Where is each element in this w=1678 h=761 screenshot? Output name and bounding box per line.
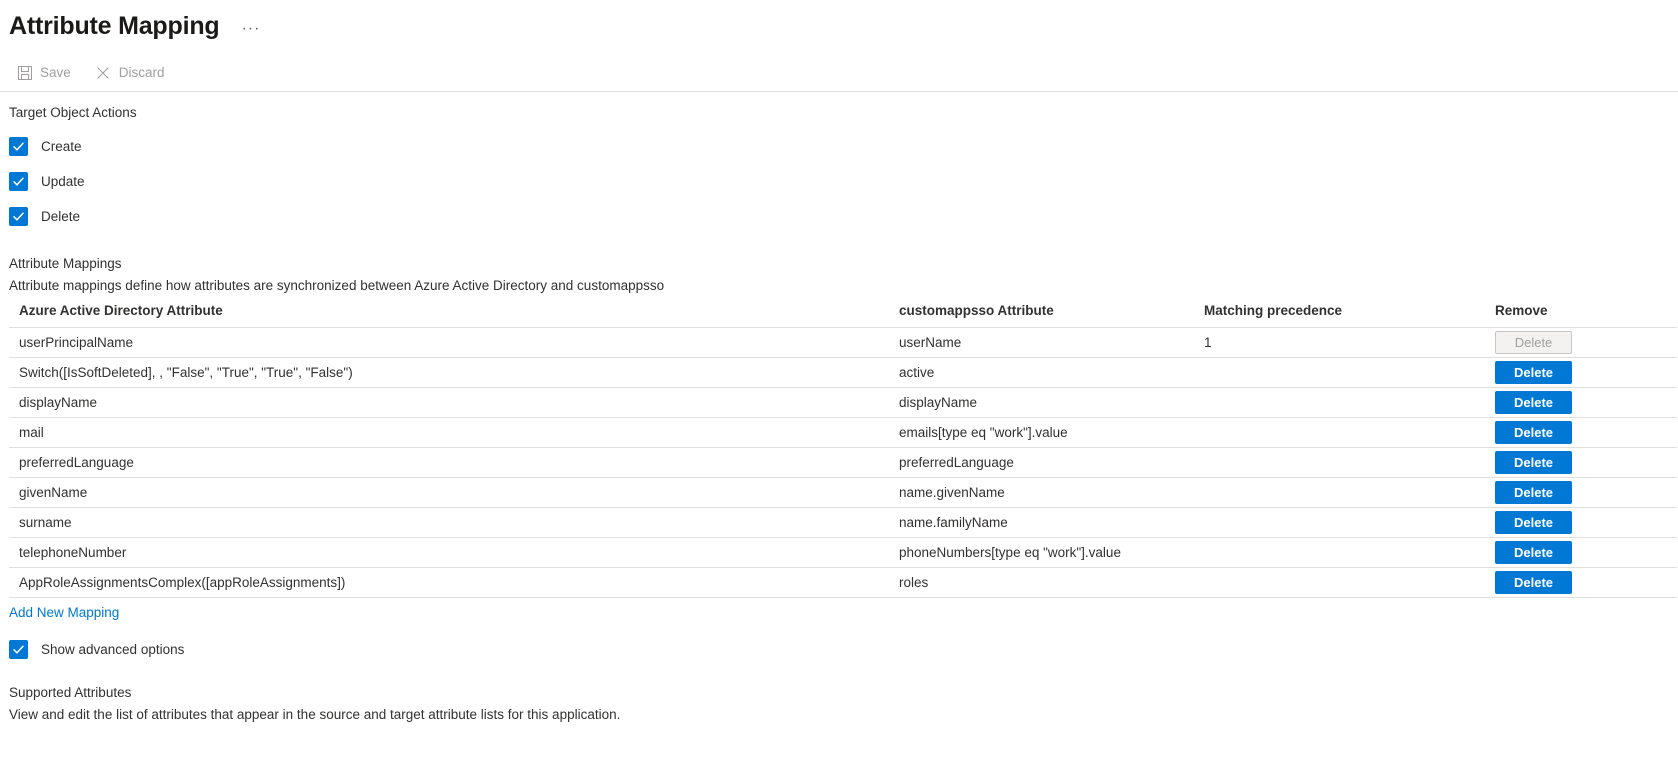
cell-remove: Delete [1452,477,1677,507]
column-header-target: customappsso Attribute [889,301,1194,327]
cell-source[interactable]: surname [9,507,889,537]
delete-button[interactable]: Delete [1495,331,1572,354]
cell-target[interactable]: phoneNumbers[type eq "work"].value [889,537,1194,567]
cell-precedence [1194,507,1452,537]
checkmark-icon [9,172,28,191]
delete-button[interactable]: Delete [1495,421,1572,444]
cell-target[interactable]: userName [889,327,1194,357]
delete-button[interactable]: Delete [1495,481,1572,504]
column-header-remove: Remove [1452,301,1677,327]
table-header-row: Azure Active Directory Attribute customa… [9,301,1677,327]
supported-attributes-description: View and edit the list of attributes tha… [9,706,1678,724]
checkbox-show-advanced-options[interactable]: Show advanced options [9,639,184,661]
cell-target[interactable]: displayName [889,387,1194,417]
checkbox-delete-label: Delete [41,207,80,226]
cell-source[interactable]: preferredLanguage [9,447,889,477]
supported-attributes-heading: Supported Attributes [9,684,1678,702]
cell-precedence [1194,477,1452,507]
cell-remove: Delete [1452,417,1677,447]
cell-target[interactable]: roles [889,567,1194,597]
delete-button[interactable]: Delete [1495,571,1572,594]
attribute-mappings-section: Attribute Mappings Attribute mappings de… [0,255,1678,295]
cell-remove: Delete [1452,327,1677,357]
cell-remove: Delete [1452,387,1677,417]
table-row[interactable]: givenName name.givenName Delete [9,477,1677,507]
attribute-mappings-footer: Add New Mapping Show advanced options [0,604,1678,661]
attribute-mappings-description: Attribute mappings define how attributes… [9,277,1678,295]
delete-button[interactable]: Delete [1495,511,1572,534]
cell-precedence [1194,387,1452,417]
more-options-icon[interactable]: ··· [237,22,264,36]
page-title: Attribute Mapping [9,11,219,41]
table-row[interactable]: AppRoleAssignmentsComplex([appRoleAssign… [9,567,1677,597]
checkbox-update-label: Update [41,172,85,191]
checkmark-icon [9,137,28,156]
cell-remove: Delete [1452,507,1677,537]
delete-button[interactable]: Delete [1495,541,1572,564]
cell-source[interactable]: AppRoleAssignmentsComplex([appRoleAssign… [9,567,889,597]
checkbox-show-advanced-options-label: Show advanced options [41,640,184,659]
table-row[interactable]: preferredLanguage preferredLanguage Dele… [9,447,1677,477]
delete-button[interactable]: Delete [1495,451,1572,474]
checkmark-icon [9,207,28,226]
close-icon [95,64,112,81]
cell-precedence: 1 [1194,327,1452,357]
table-row[interactable]: telephoneNumber phoneNumbers[type eq "wo… [9,537,1677,567]
add-new-mapping-link[interactable]: Add New Mapping [9,605,119,620]
column-header-precedence: Matching precedence [1194,301,1452,327]
cell-precedence [1194,417,1452,447]
table-row[interactable]: displayName displayName Delete [9,387,1677,417]
cell-precedence [1194,447,1452,477]
cell-remove: Delete [1452,537,1677,567]
cell-target[interactable]: emails[type eq "work"].value [889,417,1194,447]
discard-button-label: Discard [119,65,165,80]
cell-source[interactable]: userPrincipalName [9,327,889,357]
cell-source[interactable]: displayName [9,387,889,417]
cell-target[interactable]: active [889,357,1194,387]
column-header-source: Azure Active Directory Attribute [9,301,889,327]
cell-remove: Delete [1452,567,1677,597]
checkbox-create-label: Create [41,137,82,156]
table-row[interactable]: Switch([IsSoftDeleted], , "False", "True… [9,357,1677,387]
command-bar: Save Discard [0,54,1678,92]
cell-target[interactable]: name.familyName [889,507,1194,537]
target-object-actions-section: Target Object Actions Create Update Dele… [0,104,1678,227]
cell-target[interactable]: name.givenName [889,477,1194,507]
discard-button[interactable]: Discard [93,60,175,85]
supported-attributes-section: Supported Attributes View and edit the l… [0,684,1678,724]
attribute-mappings-table: Azure Active Directory Attribute customa… [9,301,1677,598]
cell-source[interactable]: mail [9,417,889,447]
target-object-actions-heading: Target Object Actions [9,104,1678,122]
checkbox-create[interactable]: Create [9,135,82,157]
delete-button[interactable]: Delete [1495,361,1572,384]
save-button-label: Save [40,65,71,80]
checkbox-delete[interactable]: Delete [9,205,80,227]
table-row[interactable]: mail emails[type eq "work"].value Delete [9,417,1677,447]
checkmark-icon [9,640,28,659]
table-row[interactable]: surname name.familyName Delete [9,507,1677,537]
checkbox-update[interactable]: Update [9,170,85,192]
cell-precedence [1194,567,1452,597]
cell-source[interactable]: telephoneNumber [9,537,889,567]
cell-remove: Delete [1452,447,1677,477]
save-icon [16,64,33,81]
cell-remove: Delete [1452,357,1677,387]
attribute-mappings-heading: Attribute Mappings [9,255,1678,273]
page-header: Attribute Mapping ··· [0,0,1678,44]
cell-precedence [1194,537,1452,567]
delete-button[interactable]: Delete [1495,391,1572,414]
cell-target[interactable]: preferredLanguage [889,447,1194,477]
cell-precedence [1194,357,1452,387]
table-row[interactable]: userPrincipalName userName 1 Delete [9,327,1677,357]
cell-source[interactable]: Switch([IsSoftDeleted], , "False", "True… [9,357,889,387]
save-button[interactable]: Save [14,60,81,85]
cell-source[interactable]: givenName [9,477,889,507]
